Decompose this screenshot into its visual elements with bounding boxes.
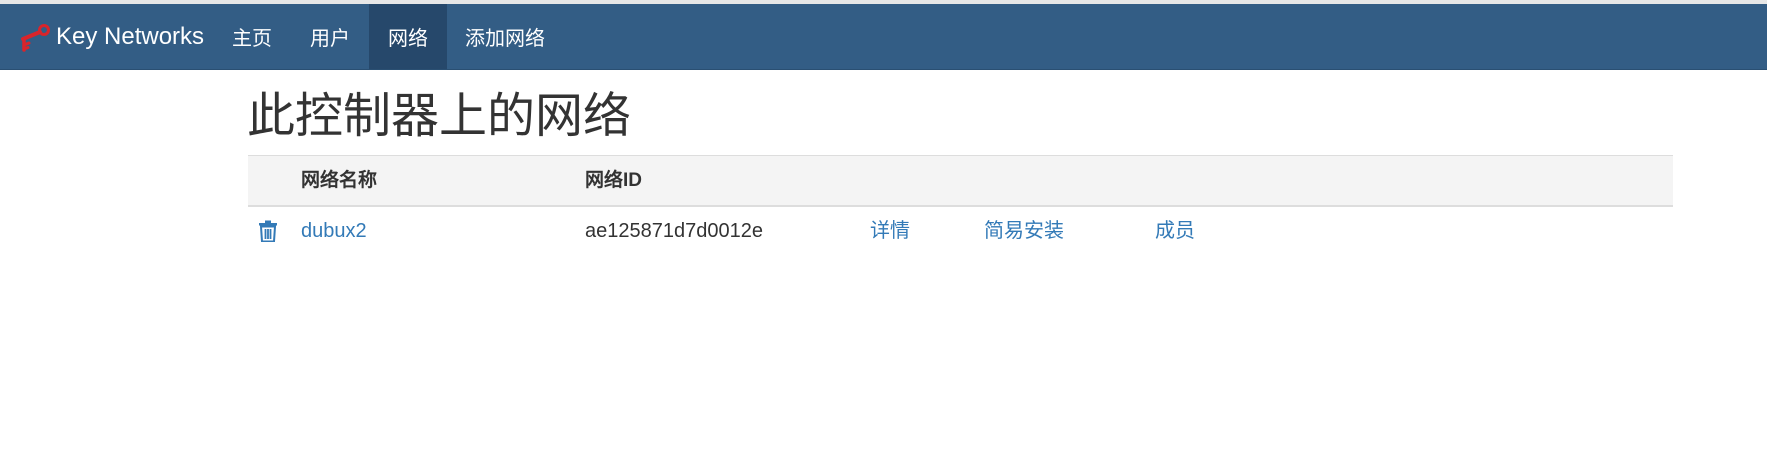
navbar: Key Networks 主页 用户 网络 添加网络 (0, 4, 1767, 70)
brand[interactable]: Key Networks (18, 4, 204, 69)
header-network-id: 网络ID (585, 170, 643, 191)
networks-table: 网络名称 网络ID dubux2 ae125871d7d0012e 详情 简易安… (248, 155, 1673, 255)
page-title: 此控制器上的网络 (247, 90, 632, 143)
nav-networks[interactable]: 网络 (369, 4, 447, 69)
nav-add-network[interactable]: 添加网络 (453, 4, 557, 69)
details-link[interactable]: 详情 (870, 207, 910, 255)
network-name-link[interactable]: dubux2 (301, 207, 367, 255)
header-network-name: 网络名称 (301, 170, 378, 191)
nav-users[interactable]: 用户 (295, 4, 365, 69)
table-row: dubux2 ae125871d7d0012e 详情 简易安装 成员 (248, 207, 1673, 255)
easy-setup-link[interactable]: 简易安装 (984, 207, 1064, 255)
brand-label: Key Networks (56, 22, 205, 50)
members-link[interactable]: 成员 (1155, 207, 1195, 255)
key-logo-icon (21, 23, 50, 52)
nav-home[interactable]: 主页 (217, 4, 287, 69)
network-id: ae125871d7d0012e (585, 220, 763, 242)
trash-icon[interactable] (258, 220, 278, 242)
table-header: 网络名称 网络ID (248, 155, 1673, 207)
